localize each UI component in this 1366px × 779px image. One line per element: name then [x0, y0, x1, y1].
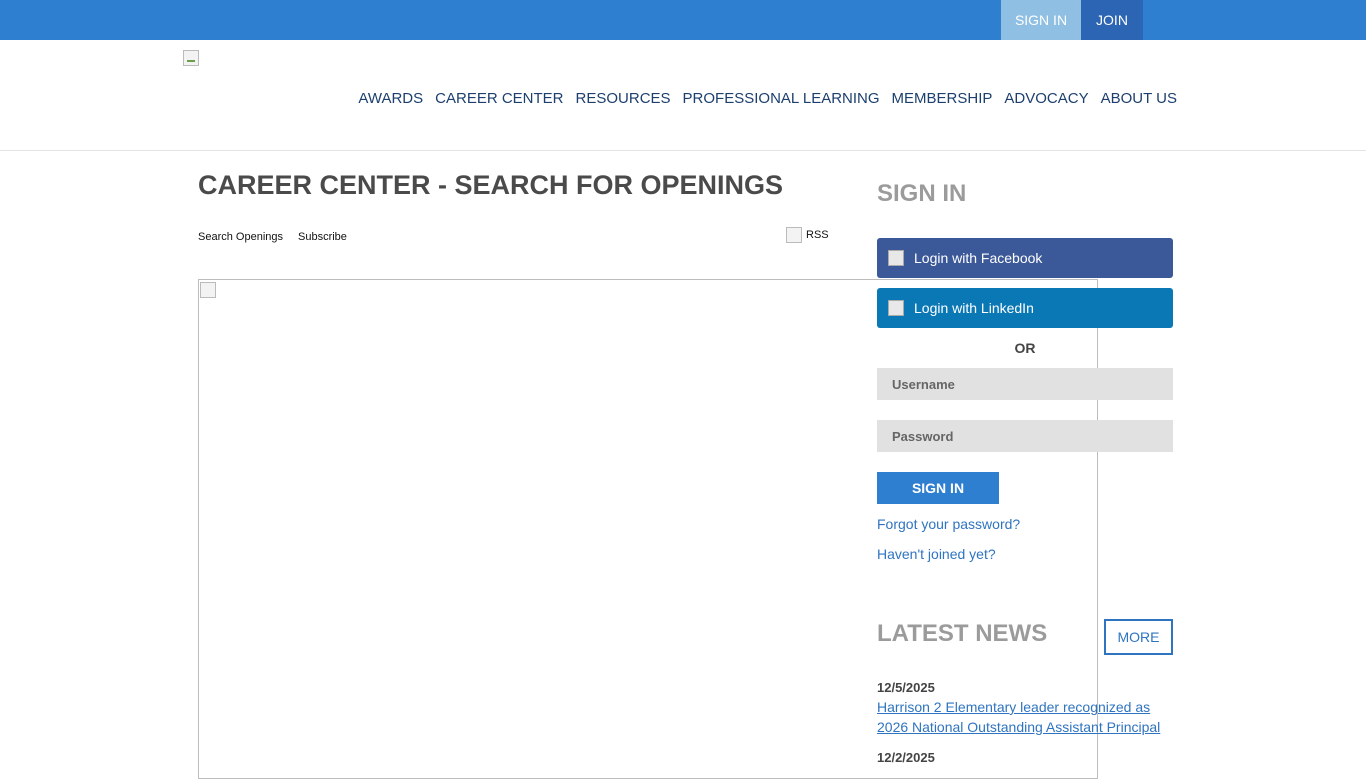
sidebar-sign-in-title: SIGN IN [877, 180, 967, 207]
nav-about-us[interactable]: ABOUT US [1101, 90, 1177, 107]
rss-broken-image-icon [786, 227, 802, 243]
main-nav: AWARDS CAREER CENTER RESOURCES PROFESSIO… [358, 90, 1177, 107]
site-logo-broken-image-icon[interactable] [183, 50, 199, 66]
nav-awards[interactable]: AWARDS [358, 90, 423, 107]
site-header: AWARDS CAREER CENTER RESOURCES PROFESSIO… [0, 40, 1366, 151]
linkedin-icon [888, 300, 904, 316]
login-facebook-button[interactable]: Login with Facebook [877, 238, 1173, 278]
subnav-subscribe[interactable]: Subscribe [298, 231, 347, 243]
news-headline-link[interactable]: Harrison 2 Elementary leader recognized … [877, 697, 1173, 737]
subnav-search-openings[interactable]: Search Openings [198, 231, 283, 243]
forgot-password-link[interactable]: Forgot your password? [877, 516, 1020, 532]
login-facebook-label: Login with Facebook [914, 250, 1043, 266]
nav-membership[interactable]: MEMBERSHIP [892, 90, 993, 107]
more-news-button[interactable]: MORE [1104, 619, 1173, 655]
rss-label: RSS [806, 229, 829, 241]
rss-link[interactable]: RSS [786, 227, 829, 243]
password-input[interactable] [877, 420, 1173, 452]
nav-advocacy[interactable]: ADVOCACY [1004, 90, 1088, 107]
not-joined-link[interactable]: Haven't joined yet? [877, 546, 996, 562]
nav-professional-learning[interactable]: PROFESSIONAL LEARNING [683, 90, 880, 107]
username-input[interactable] [877, 368, 1173, 400]
facebook-icon [888, 250, 904, 266]
or-divider: OR [1014, 340, 1036, 356]
nav-resources[interactable]: RESOURCES [576, 90, 671, 107]
latest-news-title: LATEST NEWS [877, 620, 1048, 647]
career-subnav: Search Openings Subscribe [198, 231, 347, 243]
login-linkedin-button[interactable]: Login with LinkedIn [877, 288, 1173, 328]
news-date: 12/5/2025 [877, 680, 935, 695]
login-linkedin-label: Login with LinkedIn [914, 300, 1034, 316]
broken-image-icon [200, 282, 216, 298]
top-bar: SIGN IN JOIN [0, 0, 1366, 40]
page-title: CAREER CENTER - SEARCH FOR OPENINGS [198, 170, 784, 200]
nav-career-center[interactable]: CAREER CENTER [435, 90, 563, 107]
top-sign-in-button[interactable]: SIGN IN [1001, 0, 1081, 40]
news-date: 12/2/2025 [877, 750, 935, 765]
sign-in-button[interactable]: SIGN IN [877, 472, 999, 504]
top-join-button[interactable]: JOIN [1081, 0, 1143, 40]
